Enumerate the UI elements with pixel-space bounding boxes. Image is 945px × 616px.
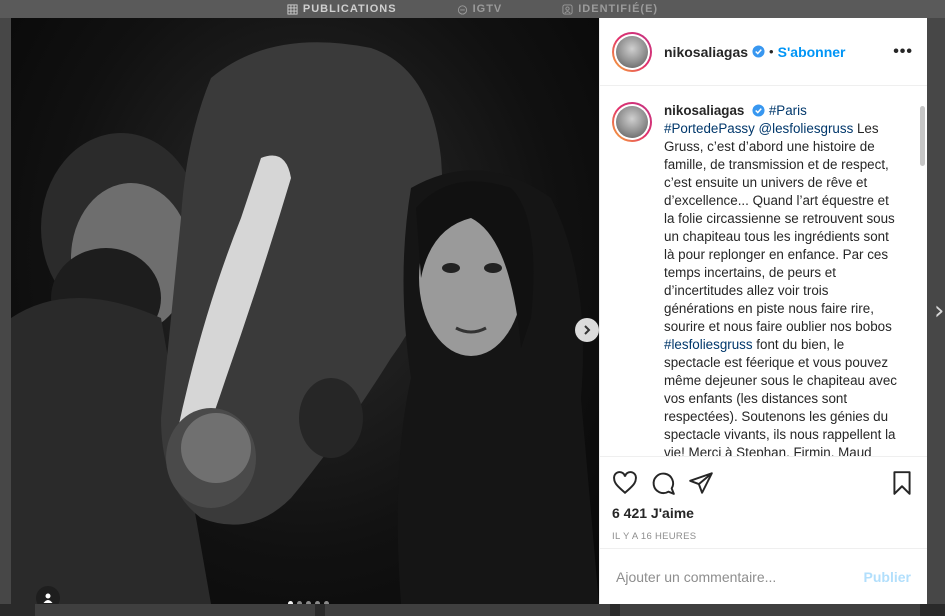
verified-badge-icon	[752, 45, 765, 58]
post-username[interactable]: nikosaliagas	[664, 44, 748, 60]
tagged-icon	[562, 3, 573, 15]
tab-publications[interactable]: PUBLICATIONS	[287, 3, 397, 15]
caption-text: nikosaliagas #Paris #PortedePassy @lesfo…	[664, 102, 897, 456]
post-header: nikosaliagas • S'abonner •••	[600, 18, 927, 86]
bookmark-icon[interactable]	[889, 470, 915, 496]
profile-tabs: PUBLICATIONS IGTV IDENTIFIÉ(E)	[0, 0, 945, 18]
publish-button[interactable]: Publier	[864, 569, 911, 585]
post-photo[interactable]	[11, 18, 599, 604]
grid-thumbnail[interactable]	[325, 604, 610, 616]
caption-section: nikosaliagas #Paris #PortedePassy @lesfo…	[600, 86, 927, 456]
next-post-arrow[interactable]: ›	[934, 296, 944, 326]
tab-tagged[interactable]: IDENTIFIÉ(E)	[562, 3, 658, 15]
grid-thumbnail[interactable]	[35, 604, 315, 616]
grid-icon	[287, 3, 298, 15]
verified-badge-icon	[752, 104, 765, 117]
caption-hashtag[interactable]: #lesfoliesgruss	[664, 337, 753, 352]
post-actions: 6 421 J'aime IL Y A 16 HEURES	[600, 456, 927, 542]
tab-label: IGTV	[472, 3, 503, 15]
comment-icon[interactable]	[650, 470, 676, 496]
tab-label: PUBLICATIONS	[302, 3, 397, 15]
follow-button[interactable]: S'abonner	[778, 44, 846, 60]
carousel-dot	[306, 601, 311, 604]
tagged-users-button[interactable]	[36, 586, 60, 604]
avatar[interactable]	[612, 31, 652, 72]
tab-igtv[interactable]: IGTV	[457, 3, 503, 15]
comment-bar: Publier	[600, 548, 927, 604]
post-side-panel: nikosaliagas • S'abonner ••• nikosaliaga…	[599, 18, 927, 604]
carousel-dot	[324, 601, 329, 604]
grid-thumbnail[interactable]	[620, 604, 920, 616]
igtv-icon	[457, 4, 467, 15]
carousel-dot	[288, 601, 293, 604]
carousel-dot	[315, 601, 320, 604]
carousel-indicator	[288, 601, 329, 604]
next-photo-button[interactable]	[575, 318, 599, 342]
user-icon	[43, 593, 53, 603]
tab-label: IDENTIFIÉ(E)	[578, 3, 659, 15]
post-timestamp[interactable]: IL Y A 16 HEURES	[612, 531, 915, 542]
like-heart-icon[interactable]	[612, 470, 638, 496]
caption-mention[interactable]: @lesfoliesgruss	[759, 121, 854, 136]
avatar[interactable]	[612, 102, 652, 142]
more-options-button[interactable]: •••	[893, 43, 913, 61]
caption-username[interactable]: nikosaliagas	[664, 103, 744, 118]
carousel-dot	[297, 601, 302, 604]
likes-count[interactable]: 6 421 J'aime	[612, 505, 915, 521]
chevron-right-icon	[584, 325, 591, 335]
caption-body: Les Gruss, c’est d’abord une histoire de…	[664, 121, 895, 334]
photo-scene	[11, 42, 599, 604]
separator-dot: •	[769, 44, 774, 59]
caption-scrollbar[interactable]	[920, 106, 925, 166]
caption-body: font du bien, le spectacle est féerique …	[664, 337, 897, 456]
share-icon[interactable]	[688, 470, 714, 496]
comment-input[interactable]	[616, 568, 864, 585]
